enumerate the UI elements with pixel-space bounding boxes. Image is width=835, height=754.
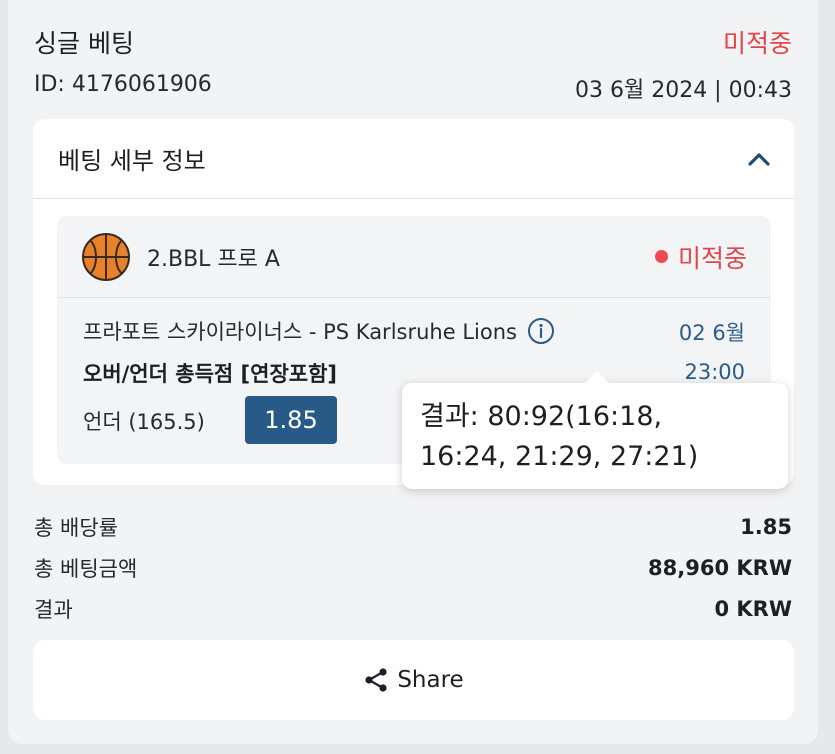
market-name: 오버/언더 총득점 [연장포함]: [83, 362, 338, 386]
summary-value: 1.85: [740, 514, 792, 539]
bet-id: ID: 4176061906: [34, 72, 212, 97]
tooltip-arrow: [584, 371, 610, 384]
summary-value: 0 KRW: [714, 596, 792, 621]
match-time: 23:00: [684, 360, 745, 384]
basketball-icon: [82, 232, 130, 281]
bet-datetime: 03 6월 2024 | 00:43: [574, 78, 792, 103]
selection-status: 미적중: [677, 243, 747, 273]
odds-badge: 1.85: [245, 396, 337, 444]
bet-details-toggle[interactable]: 베팅 세부 정보: [33, 119, 794, 199]
match-date: 02 6월: [678, 321, 745, 345]
tooltip-line-2: 16:24, 21:29, 27:21): [420, 441, 699, 472]
tooltip-line-1: 결과: 80:92(16:18,: [420, 401, 663, 432]
summary-row-total-odds: 총 배당률 1.85: [34, 506, 792, 547]
match-name: 프라포트 스카이라이너스 - PS Karlsruhe Lions: [83, 320, 517, 344]
match-row: 프라포트 스카이라이너스 - PS Karlsruhe Lions: [83, 316, 555, 346]
info-icon[interactable]: [527, 317, 555, 345]
chevron-up-icon[interactable]: [748, 152, 770, 166]
bet-card: 싱글 베팅 미적중 ID: 4176061906 03 6월 2024 | 00…: [8, 0, 818, 744]
bet-details-title: 베팅 세부 정보: [58, 147, 206, 175]
share-button[interactable]: Share: [33, 640, 794, 720]
selection-pick: 언더 (165.5): [83, 410, 205, 434]
selection-header: 2.BBL 프로 A 미적중: [57, 216, 771, 298]
share-label: Share: [397, 667, 464, 693]
summary-row-stake: 총 베팅금액 88,960 KRW: [34, 547, 792, 588]
share-icon: [365, 668, 387, 692]
status-dot: [654, 250, 668, 263]
league-name: 2.BBL 프로 A: [147, 246, 280, 272]
bet-type-title: 싱글 베팅: [34, 29, 134, 58]
summary-label: 총 배당률: [34, 515, 118, 540]
bet-status: 미적중: [722, 29, 792, 58]
bet-header: 싱글 베팅 미적중: [34, 24, 792, 60]
summary-label: 결과: [34, 597, 73, 622]
summary-value: 88,960 KRW: [648, 555, 792, 580]
bet-meta: ID: 4176061906 03 6월 2024 | 00:43: [34, 72, 792, 104]
summary-label: 총 베팅금액: [34, 556, 138, 581]
summary-row-result: 결과 0 KRW: [34, 588, 792, 629]
bet-summary: 총 배당률 1.85 총 베팅금액 88,960 KRW 결과 0 KRW: [34, 506, 792, 629]
result-tooltip: 결과: 80:92(16:18, 16:24, 21:29, 27:21): [402, 371, 788, 489]
